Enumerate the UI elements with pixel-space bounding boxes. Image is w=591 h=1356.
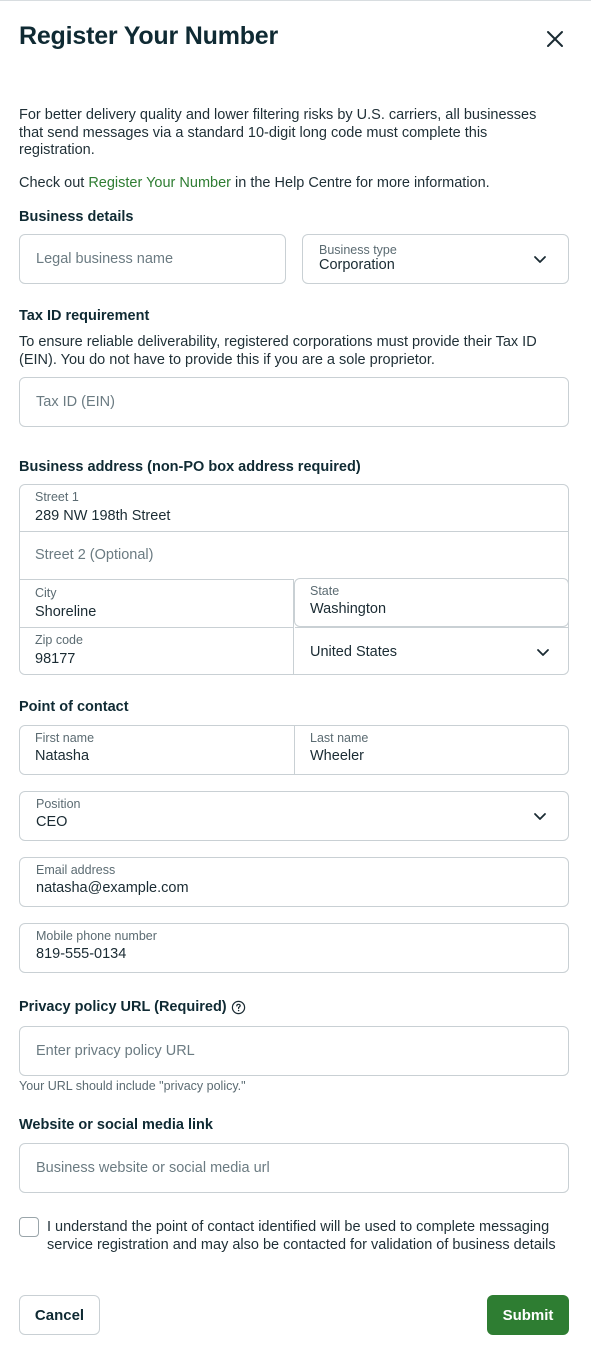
mobile-phone-value: 819-555-0134	[36, 946, 127, 962]
first-name-value: Natasha	[35, 748, 90, 764]
last-name-label: Last name	[310, 731, 369, 745]
email-label: Email address	[36, 863, 116, 877]
website-placeholder: Business website or social media url	[36, 1160, 270, 1176]
close-button[interactable]	[541, 25, 569, 53]
city-value: Shoreline	[35, 604, 97, 620]
legal-business-name-placeholder: Legal business name	[36, 251, 174, 267]
dialog-title: Register Your Number	[19, 22, 279, 50]
street1-input[interactable]: Street 1 289 NW 198th Street	[20, 485, 568, 531]
consent-checkbox[interactable]	[19, 1217, 39, 1237]
street1-label: Street 1	[35, 490, 79, 504]
street2-input[interactable]: Street 2 (Optional)	[20, 531, 568, 579]
last-name-input[interactable]: Last name Wheeler	[295, 726, 568, 774]
street2-placeholder: Street 2 (Optional)	[35, 547, 154, 563]
business-address-heading: Business address (non-PO box address req…	[19, 459, 361, 475]
website-heading: Website or social media link	[19, 1117, 213, 1133]
email-field[interactable]: Email address natasha@example.com	[19, 857, 569, 907]
chevron-down-icon	[534, 256, 546, 263]
intro-text: For better delivery quality and lower fi…	[19, 107, 537, 158]
mobile-phone-field[interactable]: Mobile phone number 819-555-0134	[19, 923, 569, 973]
help-circle-icon[interactable]	[231, 1000, 246, 1015]
business-type-value: Corporation	[319, 257, 395, 273]
position-label: Position	[36, 797, 81, 811]
country-select[interactable]: United States	[295, 627, 568, 674]
privacy-policy-input[interactable]: Enter privacy policy URL	[19, 1026, 569, 1076]
email-value: natasha@example.com	[36, 880, 189, 896]
last-name-value: Wheeler	[310, 748, 364, 764]
zip-value: 98177	[35, 651, 76, 667]
tax-id-placeholder: Tax ID (EIN)	[36, 394, 115, 410]
top-divider	[0, 0, 591, 1]
business-details-heading: Business details	[19, 209, 134, 225]
position-select[interactable]: Position CEO	[19, 791, 569, 841]
zip-input[interactable]: Zip code 98177	[20, 627, 294, 674]
help-prefix: Check out	[19, 175, 89, 191]
mobile-phone-label: Mobile phone number	[36, 929, 157, 943]
state-value: Washington	[310, 601, 387, 617]
close-icon	[547, 31, 563, 47]
privacy-policy-heading: Privacy policy URL (Required)	[19, 999, 227, 1015]
tax-id-description: To ensure reliable deliverability, regis…	[19, 334, 537, 368]
first-name-input[interactable]: First name Natasha	[20, 726, 295, 774]
first-name-label: First name	[35, 731, 95, 745]
submit-button[interactable]: Submit	[487, 1295, 569, 1335]
chevron-down-icon	[537, 649, 549, 656]
city-input[interactable]: City Shoreline	[20, 579, 294, 627]
cancel-button[interactable]: Cancel	[19, 1295, 100, 1335]
city-label: City	[35, 586, 57, 600]
legal-business-name-input[interactable]: Legal business name	[19, 234, 286, 284]
position-value: CEO	[36, 814, 68, 830]
help-suffix: in the Help Centre for more information.	[231, 175, 490, 191]
street1-value: 289 NW 198th Street	[35, 508, 171, 524]
business-type-label: Business type	[319, 243, 397, 257]
business-type-select[interactable]: Business type Corporation	[302, 234, 569, 284]
privacy-policy-hint: Your URL should include "privacy policy.…	[19, 1079, 246, 1093]
chevron-down-icon	[534, 813, 546, 820]
website-input[interactable]: Business website or social media url	[19, 1143, 569, 1193]
consent-text: I understand the point of contact identi…	[47, 1219, 556, 1253]
state-input[interactable]: State Washington	[294, 578, 569, 627]
help-link[interactable]: Register Your Number	[88, 175, 231, 191]
country-value: United States	[310, 644, 398, 660]
state-label: State	[310, 584, 340, 598]
tax-id-heading: Tax ID requirement	[19, 308, 150, 324]
help-text: Check out Register Your Number in the He…	[19, 175, 579, 193]
point-of-contact-heading: Point of contact	[19, 699, 129, 715]
zip-label: Zip code	[35, 633, 83, 647]
privacy-policy-placeholder: Enter privacy policy URL	[36, 1043, 195, 1059]
tax-id-input[interactable]: Tax ID (EIN)	[19, 377, 569, 427]
